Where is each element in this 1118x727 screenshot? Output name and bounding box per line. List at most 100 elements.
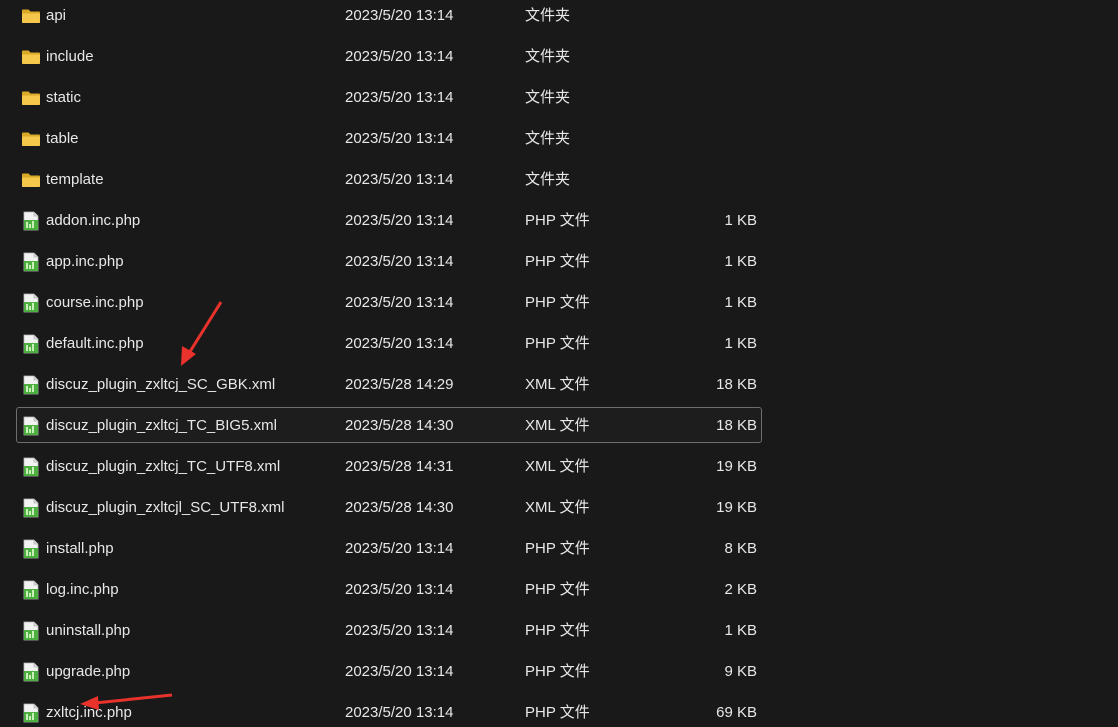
file-row[interactable]: addon.inc.php 2023/5/20 13:14 PHP 文件 1 KB <box>16 202 762 238</box>
file-row[interactable]: template 2023/5/20 13:14 文件夹 <box>16 161 762 197</box>
file-row[interactable]: zxltcj.inc.php 2023/5/20 13:14 PHP 文件 69 KB <box>16 694 762 727</box>
file-name: discuz_plugin_zxltcj_TC_BIG5.xml <box>46 417 277 434</box>
file-type: PHP 文件 <box>525 704 590 721</box>
file-type: 文件夹 <box>525 7 571 24</box>
file-type: XML 文件 <box>525 376 590 393</box>
file-date-modified: 2023/5/20 13:14 <box>345 212 454 229</box>
file-type: XML 文件 <box>525 499 590 516</box>
file-size: 18 KB <box>716 417 757 434</box>
file-type: PHP 文件 <box>525 335 590 352</box>
file-row[interactable]: include 2023/5/20 13:14 文件夹 <box>16 38 762 74</box>
file-name: uninstall.php <box>46 622 131 639</box>
file-date-modified: 2023/5/28 14:30 <box>345 499 454 516</box>
file-name: discuz_plugin_zxltcj_SC_GBK.xml <box>46 376 276 393</box>
file-row[interactable]: discuz_plugin_zxltcj_TC_BIG5.xml 2023/5/2… <box>16 407 762 443</box>
file-type: 文件夹 <box>525 89 571 106</box>
php-file-icon <box>21 211 41 231</box>
file-size: 9 KB <box>724 663 757 680</box>
file-name: discuz_plugin_zxltcjl_SC_UTF8.xml <box>46 499 285 516</box>
file-row[interactable]: app.inc.php 2023/5/20 13:14 PHP 文件 1 KB <box>16 243 762 279</box>
xml-file-icon <box>21 416 41 436</box>
file-name: log.inc.php <box>46 581 119 598</box>
file-date-modified: 2023/5/20 13:14 <box>345 622 454 639</box>
file-size: 1 KB <box>724 622 757 639</box>
file-name: addon.inc.php <box>46 212 141 229</box>
folder-icon <box>21 88 41 108</box>
file-row[interactable]: log.inc.php 2023/5/20 13:14 PHP 文件 2 KB <box>16 571 762 607</box>
file-size: 1 KB <box>724 212 757 229</box>
file-name: include <box>46 48 94 65</box>
file-name: install.php <box>46 540 114 557</box>
file-row[interactable]: api 2023/5/20 13:14 文件夹 <box>16 0 762 33</box>
file-row[interactable]: static 2023/5/20 13:14 文件夹 <box>16 79 762 115</box>
file-row[interactable]: table 2023/5/20 13:14 文件夹 <box>16 120 762 156</box>
file-date-modified: 2023/5/28 14:30 <box>345 417 454 434</box>
file-date-modified: 2023/5/20 13:14 <box>345 253 454 270</box>
file-date-modified: 2023/5/20 13:14 <box>345 540 454 557</box>
file-name: app.inc.php <box>46 253 124 270</box>
file-name: upgrade.php <box>46 663 131 680</box>
file-date-modified: 2023/5/28 14:31 <box>345 458 454 475</box>
file-name: static <box>46 89 82 106</box>
xml-file-icon <box>21 457 41 477</box>
file-size: 1 KB <box>724 253 757 270</box>
folder-icon <box>21 6 41 26</box>
file-date-modified: 2023/5/20 13:14 <box>345 89 454 106</box>
file-type: XML 文件 <box>525 417 590 434</box>
file-date-modified: 2023/5/20 13:14 <box>345 704 454 721</box>
file-type: PHP 文件 <box>525 581 590 598</box>
file-name: template <box>46 171 104 188</box>
file-list: zxltcj.inc.php 2023/5/20 13:14 PHP 文件 69 KB… <box>0 0 1118 727</box>
file-name: course.inc.php <box>46 294 144 311</box>
file-size: 19 KB <box>716 458 757 475</box>
file-row[interactable]: course.inc.php 2023/5/20 13:14 PHP 文件 1 KB <box>16 284 762 320</box>
file-date-modified: 2023/5/20 13:14 <box>345 171 454 188</box>
file-name: api <box>46 7 67 24</box>
php-file-icon <box>21 580 41 600</box>
xml-file-icon <box>21 498 41 518</box>
file-date-modified: 2023/5/20 13:14 <box>345 294 454 311</box>
file-row[interactable]: upgrade.php 2023/5/20 13:14 PHP 文件 9 KB <box>16 653 762 689</box>
file-size: 19 KB <box>716 499 757 516</box>
file-size: 1 KB <box>724 294 757 311</box>
file-row[interactable]: discuz_plugin_zxltcj_TC_UTF8.xml 2023/5/2… <box>16 448 762 484</box>
php-file-icon <box>21 252 41 272</box>
file-type: PHP 文件 <box>525 540 590 557</box>
php-file-icon <box>21 334 41 354</box>
file-type: PHP 文件 <box>525 663 590 680</box>
file-type: 文件夹 <box>525 130 571 147</box>
file-size: 1 KB <box>724 335 757 352</box>
file-name: zxltcj.inc.php <box>46 704 132 721</box>
file-date-modified: 2023/5/20 13:14 <box>345 7 454 24</box>
file-type: XML 文件 <box>525 458 590 475</box>
file-size: 18 KB <box>716 376 757 393</box>
file-name: default.inc.php <box>46 335 144 352</box>
file-row[interactable]: discuz_plugin_zxltcjl_SC_UTF8.xml 2023/5/… <box>16 489 762 525</box>
file-row[interactable]: default.inc.php 2023/5/20 13:14 PHP 文件 1 KB <box>16 325 762 361</box>
file-type: PHP 文件 <box>525 294 590 311</box>
php-file-icon <box>21 703 41 723</box>
file-size: 2 KB <box>724 581 757 598</box>
folder-icon <box>21 47 41 67</box>
file-date-modified: 2023/5/20 13:14 <box>345 130 454 147</box>
file-date-modified: 2023/5/20 13:14 <box>345 663 454 680</box>
file-date-modified: 2023/5/20 13:14 <box>345 581 454 598</box>
file-size: 69 KB <box>716 704 757 721</box>
file-row[interactable]: discuz_plugin_zxltcj_SC_GBK.xml 2023/5/28… <box>16 366 762 402</box>
php-file-icon <box>21 662 41 682</box>
file-name: discuz_plugin_zxltcj_TC_UTF8.xml <box>46 458 281 475</box>
file-date-modified: 2023/5/20 13:14 <box>345 48 454 65</box>
file-row[interactable]: install.php 2023/5/20 13:14 PHP 文件 8 KB <box>16 530 762 566</box>
file-type: PHP 文件 <box>525 622 590 639</box>
file-row[interactable]: uninstall.php 2023/5/20 13:14 PHP 文件 1 KB <box>16 612 762 648</box>
folder-icon <box>21 129 41 149</box>
file-name: table <box>46 130 79 147</box>
file-date-modified: 2023/5/20 13:14 <box>345 335 454 352</box>
xml-file-icon <box>21 375 41 395</box>
file-type: PHP 文件 <box>525 253 590 270</box>
file-date-modified: 2023/5/28 14:29 <box>345 376 454 393</box>
php-file-icon <box>21 539 41 559</box>
file-type: PHP 文件 <box>525 212 590 229</box>
php-file-icon <box>21 293 41 313</box>
file-type: 文件夹 <box>525 48 571 65</box>
